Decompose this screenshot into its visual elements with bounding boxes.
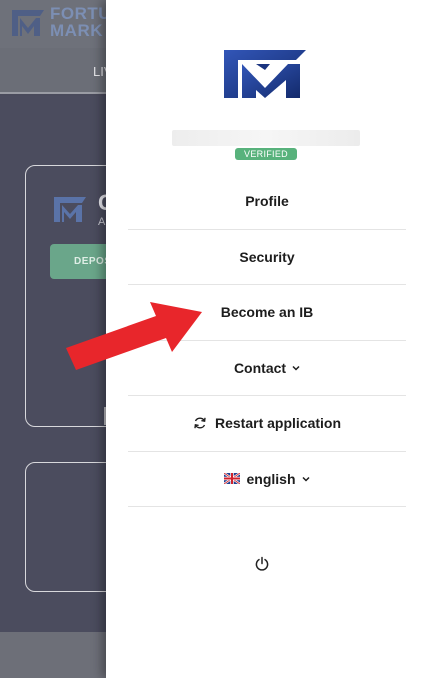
menu-item-label: Security <box>239 248 295 265</box>
menu-item-profile[interactable]: Profile <box>128 174 406 230</box>
menu-item-label: Contact <box>233 359 287 376</box>
uk-flag-icon <box>224 473 241 485</box>
fm-logo-icon <box>224 50 306 98</box>
brand-name: FORTU MARK <box>50 4 112 40</box>
account-card-subtitle: A <box>98 216 106 228</box>
chevron-down-icon <box>301 476 310 482</box>
menu-item-restart[interactable]: Restart application <box>128 396 406 452</box>
user-name-redacted <box>172 130 360 146</box>
chevron-down-icon <box>292 365 300 371</box>
red-arrow-icon <box>66 302 202 370</box>
brand-logo-icon <box>12 10 44 36</box>
menu-item-label: Profile <box>245 193 289 210</box>
menu-item-label: Restart application <box>214 415 342 432</box>
account-logo-icon <box>54 197 86 222</box>
verified-badge: VERIFIED <box>235 148 297 160</box>
menu-item-security[interactable]: Security <box>128 230 406 285</box>
refresh-icon <box>194 417 206 429</box>
menu-item-label: english <box>246 470 296 487</box>
menu-item-label: Become an IB <box>220 304 314 321</box>
power-icon[interactable] <box>254 556 270 572</box>
menu-item-language[interactable]: english <box>128 452 406 507</box>
